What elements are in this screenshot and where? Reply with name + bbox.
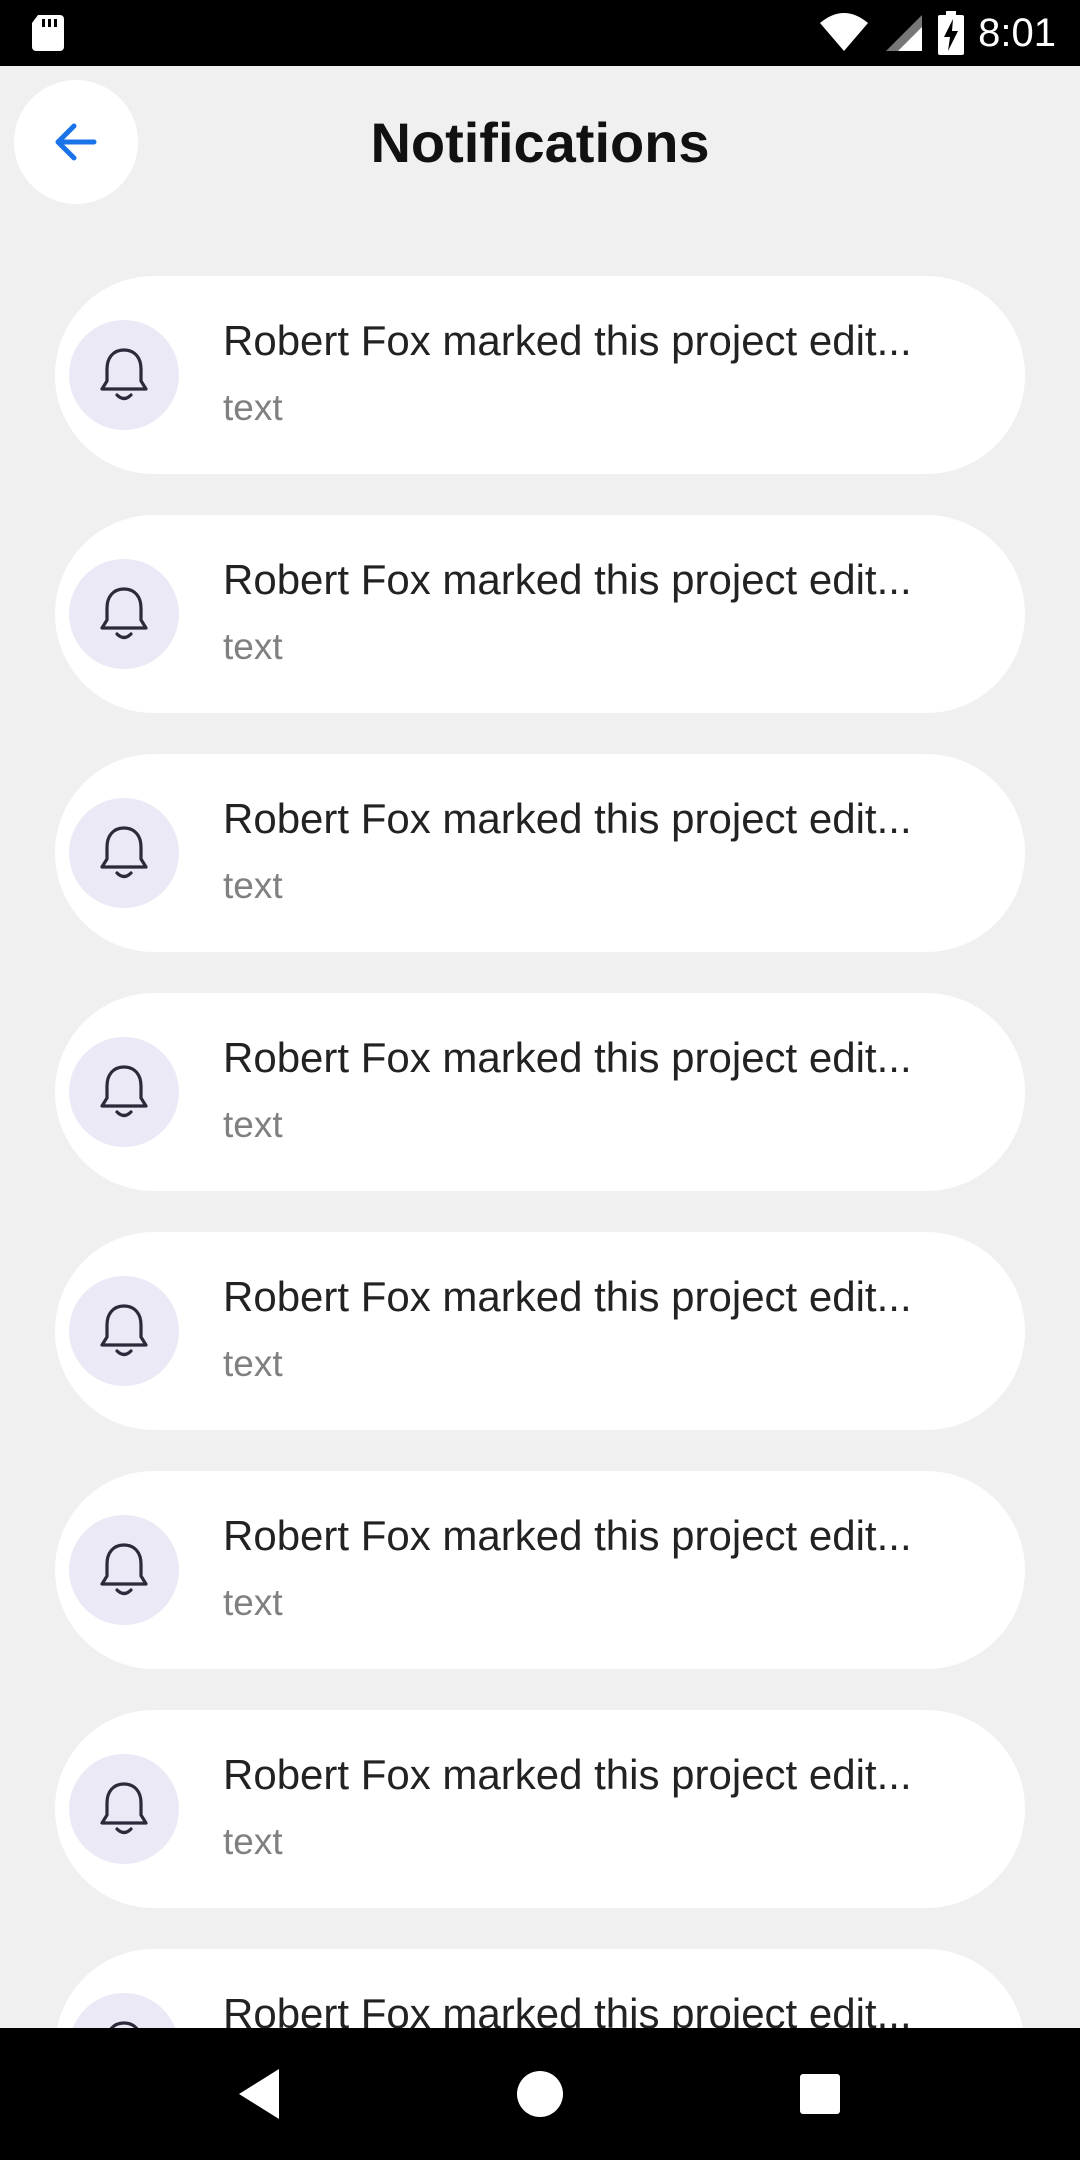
notification-subtitle: text [223,626,283,667]
home-circle-icon [517,2071,563,2117]
status-bar: 8:01 [0,0,1080,66]
bell-icon [100,1543,148,1596]
notification-title: Robert Fox marked this project edit... [223,1034,912,1081]
notification-icon-circle [69,320,179,430]
notification-card[interactable]: Robert Fox marked this project edit... te… [55,276,1025,474]
notification-subtitle: text [223,1343,283,1384]
notification-card[interactable]: Robert Fox marked this project edit... te… [55,1471,1025,1669]
notification-subtitle: text [223,1821,283,1862]
notification-subtitle: text [223,1104,283,1145]
bell-icon [100,587,148,640]
notification-subtitle: text [223,865,283,906]
notification-card[interactable]: Robert Fox marked this project edit... te… [55,1232,1025,1430]
sd-card-icon [32,15,64,51]
notification-icon-circle [69,1754,179,1864]
notification-text: Robert Fox marked this project edit... te… [223,1509,995,1625]
notification-title: Robert Fox marked this project edit... [223,1751,912,1798]
bell-icon [100,826,148,879]
header: Notifications [0,66,1080,218]
notification-title: Robert Fox marked this project edit... [223,795,912,842]
status-icons: 8:01 [818,11,1056,56]
back-triangle-icon [239,2069,279,2119]
notification-card[interactable]: Robert Fox marked this project edit... te… [55,515,1025,713]
notification-text: Robert Fox marked this project edit...te… [223,1987,995,2028]
notification-title: Robert Fox marked this project edit... [223,1990,912,2028]
notification-subtitle: text [223,1582,283,1623]
signal-icon [886,15,923,51]
recents-square-icon [800,2074,840,2114]
notification-text: Robert Fox marked this project edit... te… [223,1031,995,1147]
notification-card[interactable]: Robert Fox marked this project edit... te… [55,754,1025,952]
bell-icon [100,1065,148,1118]
notification-text: Robert Fox marked this project edit... te… [223,553,995,669]
arrow-left-icon [55,123,97,161]
notification-icon-circle [69,559,179,669]
nav-recents-button[interactable] [770,2044,870,2144]
bell-icon [100,1304,148,1357]
back-button[interactable] [14,80,138,204]
nav-back-button[interactable] [210,2044,310,2144]
notification-title: Robert Fox marked this project edit... [223,317,912,364]
notification-title: Robert Fox marked this project edit... [223,556,912,603]
notification-card[interactable]: Robert Fox marked this project edit...te… [55,1949,1025,2028]
notification-subtitle: text [223,387,283,428]
notification-icon-circle [69,1276,179,1386]
bell-icon [100,1782,148,1835]
notification-title: Robert Fox marked this project edit... [223,1512,912,1559]
notification-icon-circle [69,1993,179,2028]
notification-title: Robert Fox marked this project edit... [223,1273,912,1320]
page-title: Notifications [370,110,710,174]
bell-icon [100,348,148,401]
notification-icon-circle [69,1037,179,1147]
notification-icon-circle [69,798,179,908]
bell-icon [109,2021,139,2028]
navigation-bar [0,2028,1080,2160]
notification-text: Robert Fox marked this project edit... te… [223,314,995,430]
wifi-icon [820,13,869,51]
notification-card[interactable]: Robert Fox marked this project edit... te… [55,1710,1025,1908]
notification-text: Robert Fox marked this project edit... te… [223,1748,995,1864]
notification-list[interactable]: Robert Fox marked this project edit... te… [0,218,1080,2028]
battery-charging-icon [938,11,965,55]
status-time: 8:01 [978,10,1056,55]
notification-text: Robert Fox marked this project edit... te… [223,1270,995,1386]
nav-home-button[interactable] [490,2044,590,2144]
notification-text: Robert Fox marked this project edit... te… [223,792,995,908]
notification-card[interactable]: Robert Fox marked this project edit... te… [55,993,1025,1191]
notification-icon-circle [69,1515,179,1625]
